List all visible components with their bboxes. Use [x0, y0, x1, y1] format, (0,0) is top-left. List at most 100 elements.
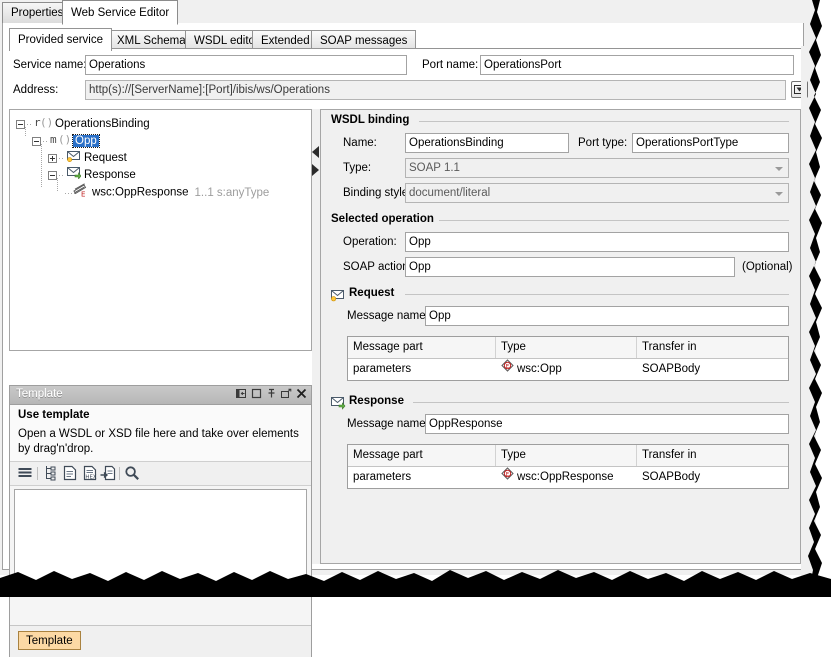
tree-view-icon[interactable]	[42, 465, 58, 484]
editor-tabstrip: Properties Web Service Editor	[0, 0, 806, 23]
chevron-down-icon	[775, 167, 783, 171]
binding-type-value: SOAP 1.1	[409, 162, 460, 174]
template-view-titlebar[interactable]: Template	[10, 386, 311, 405]
editor-client-area: Provided service XML Schemas WSDL editor…	[2, 23, 804, 570]
tree-expander-collapse-icon[interactable]	[32, 137, 41, 146]
request-parts-table-header: Message part Type Transfer in	[348, 337, 788, 359]
template-view-tool-icons	[236, 388, 307, 402]
editor-tab-properties-label: Properties	[11, 7, 63, 19]
template-view: Template	[9, 385, 312, 657]
request-column-message-part[interactable]: Message part	[348, 337, 496, 358]
service-name-label: Service name:	[13, 59, 87, 71]
maximize-icon[interactable]	[251, 388, 262, 402]
tree-expander-expand-icon[interactable]	[48, 154, 57, 163]
right-detail-pane: WSDL binding Name: Port type: Type: SOAP…	[320, 109, 801, 564]
response-column-type[interactable]: Type	[496, 445, 637, 466]
search-icon[interactable]	[124, 465, 140, 484]
request-parts-table[interactable]: Message part Type Transfer in parameters…	[347, 336, 789, 381]
binding-tree[interactable]: ·· r () OperationsBinding ·· m () Opp ··	[9, 109, 312, 351]
pane-splitter[interactable]	[312, 109, 320, 564]
arrow-left-icon[interactable]	[312, 146, 319, 158]
tree-node-label: Opp	[73, 135, 99, 147]
response-message-name-input[interactable]	[425, 414, 789, 434]
element-ref-icon: E	[72, 183, 89, 203]
request-cell-message-part: parameters	[348, 359, 496, 379]
tab-wsdl-editor-label: WSDL editor	[194, 35, 259, 47]
tree-dots: ··	[58, 167, 66, 184]
request-column-transfer-in[interactable]: Transfer in	[637, 337, 788, 358]
wsdl-binding-group-title: WSDL binding	[331, 114, 409, 126]
import-document-icon[interactable]	[100, 465, 116, 484]
binding-type-label: Type:	[343, 162, 371, 174]
operation-input[interactable]	[405, 232, 789, 252]
svg-text:(): ()	[58, 133, 70, 145]
tab-provided-service[interactable]: Provided service	[9, 28, 112, 51]
envelope-request-icon	[330, 288, 346, 305]
response-column-transfer-in[interactable]: Transfer in	[637, 445, 788, 466]
tree-node-operationsbinding[interactable]: ·· r () OperationsBinding	[16, 115, 150, 132]
request-message-name-input[interactable]	[425, 306, 789, 326]
address-input[interactable]	[85, 80, 786, 100]
response-parts-table[interactable]: Message part Type Transfer in parameters…	[347, 444, 789, 489]
binding-name-label: Name:	[343, 137, 377, 149]
minimize-icon[interactable]	[281, 388, 292, 402]
template-view-description: Open a WSDL or XSD file here and take ov…	[18, 427, 303, 457]
request-column-type[interactable]: Type	[496, 337, 637, 358]
soap-action-optional-note: (Optional)	[742, 261, 793, 273]
port-type-input[interactable]	[632, 133, 789, 153]
binding-style-combo[interactable]: document/literal	[405, 183, 789, 203]
pin-icon[interactable]	[266, 388, 277, 402]
tree-node-label: wsc:OppResponse	[92, 187, 189, 199]
binding-name-input[interactable]	[405, 133, 569, 153]
binding-style-value: document/literal	[409, 187, 490, 199]
toolbar-separator	[37, 467, 38, 480]
template-view-body: Use template Open a WSDL or XSD file her…	[10, 405, 311, 461]
response-column-message-part[interactable]: Message part	[348, 445, 496, 466]
tree-connector	[41, 144, 42, 188]
arrow-right-icon[interactable]	[312, 164, 319, 176]
chevron-down-icon	[775, 192, 783, 196]
soap-action-label: SOAP action:	[343, 261, 412, 273]
tree-node-label: Request	[84, 152, 127, 164]
restore-panel-icon[interactable]	[236, 388, 247, 402]
editor-tab-web-service-editor[interactable]: Web Service Editor	[62, 0, 178, 25]
tree-expander-collapse-icon[interactable]	[48, 171, 57, 180]
torn-edge-bottom	[0, 566, 831, 597]
hex-document-icon[interactable]: HEX	[82, 465, 98, 484]
tab-soap-messages-label: SOAP messages	[320, 35, 407, 47]
tree-node-response[interactable]: ·· Response	[48, 166, 136, 183]
close-icon[interactable]	[296, 388, 307, 402]
element-diamond-icon: E	[501, 467, 514, 487]
tree-dots: ··	[42, 133, 50, 150]
tree-node-meta: 1..1 s:anyType	[195, 187, 270, 199]
tree-expander-collapse-icon[interactable]	[16, 120, 25, 129]
group-divider	[405, 294, 789, 295]
tree-dots: ··	[26, 116, 34, 133]
tree-node-wsc-oppresponse[interactable]: ···· E wsc:OppResponse 1..1 s:anyType	[64, 183, 269, 200]
tree-dots: ··	[58, 150, 66, 167]
group-divider	[413, 402, 789, 403]
tree-dots: ····	[64, 185, 72, 202]
port-name-input[interactable]	[480, 55, 794, 75]
operation-label: Operation:	[343, 236, 397, 248]
response-message-name-label: Message name:	[347, 418, 429, 430]
template-view-title: Template	[16, 388, 63, 400]
svg-text:m: m	[50, 133, 57, 145]
template-bottom-tab[interactable]: Template	[18, 631, 81, 650]
address-label: Address:	[13, 84, 58, 96]
tab-soap-messages[interactable]: SOAP messages	[311, 30, 416, 49]
service-name-input[interactable]	[85, 55, 407, 75]
torn-edge-right	[806, 0, 831, 586]
envelope-response-icon	[330, 396, 346, 413]
element-diamond-icon: E	[501, 359, 514, 379]
list-view-icon[interactable]	[17, 465, 33, 484]
selected-operation-group-title: Selected operation	[331, 213, 434, 225]
toolbar-separator	[119, 467, 120, 480]
document-icon[interactable]	[62, 465, 78, 484]
tab-extended[interactable]: Extended	[252, 30, 319, 49]
tree-node-opp[interactable]: ·· m () Opp	[32, 132, 99, 149]
binding-type-combo[interactable]: SOAP 1.1	[405, 158, 789, 178]
left-pane: ·· r () OperationsBinding ·· m () Opp ··	[9, 109, 312, 564]
soap-action-input[interactable]	[405, 257, 735, 277]
tree-node-request[interactable]: ·· Request	[48, 149, 127, 166]
